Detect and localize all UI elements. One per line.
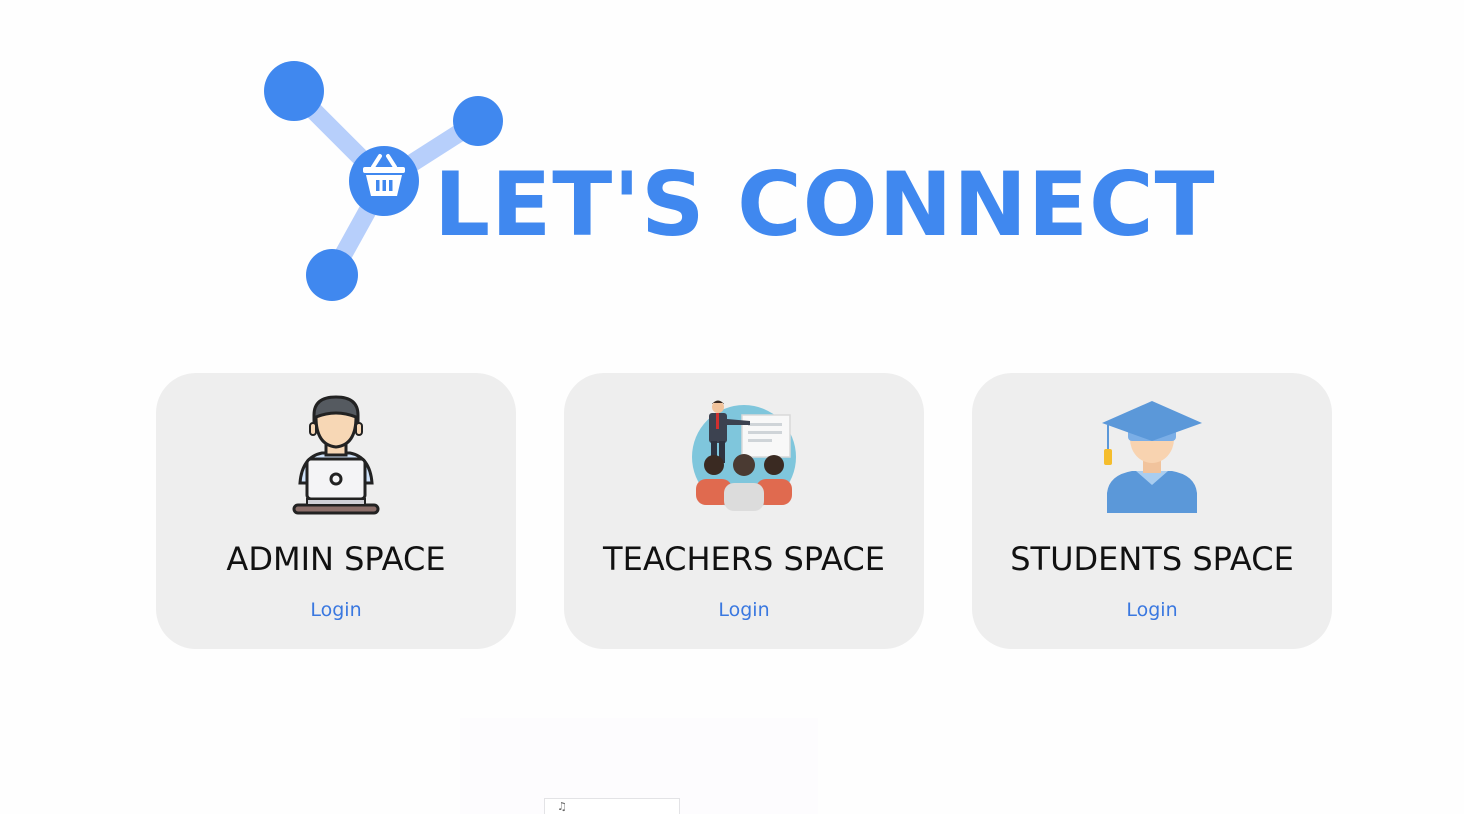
admin-laptop-icon <box>276 395 396 515</box>
teachers-space-title: TEACHERS SPACE <box>603 540 885 578</box>
teachers-space-card: TEACHERS SPACE Login <box>564 373 924 649</box>
students-space-title: STUDENTS SPACE <box>1010 540 1294 578</box>
student-graduate-icon <box>1092 395 1212 515</box>
embedded-widget[interactable]: ♫ <box>544 798 680 814</box>
students-login-link[interactable]: Login <box>972 599 1332 621</box>
brand-title: LET'S CONNECT <box>434 153 1216 256</box>
landing-page: LET'S CONNECT ADMIN SPACE Login TEACHERS… <box>0 0 1464 814</box>
music-note-icon: ♫ <box>557 800 567 813</box>
students-space-card: STUDENTS SPACE Login <box>972 373 1332 649</box>
teachers-login-link[interactable]: Login <box>564 599 924 621</box>
admin-space-title: ADMIN SPACE <box>226 540 446 578</box>
admin-login-link[interactable]: Login <box>156 599 516 621</box>
teacher-presentation-icon <box>684 395 804 515</box>
admin-space-card: ADMIN SPACE Login <box>156 373 516 649</box>
